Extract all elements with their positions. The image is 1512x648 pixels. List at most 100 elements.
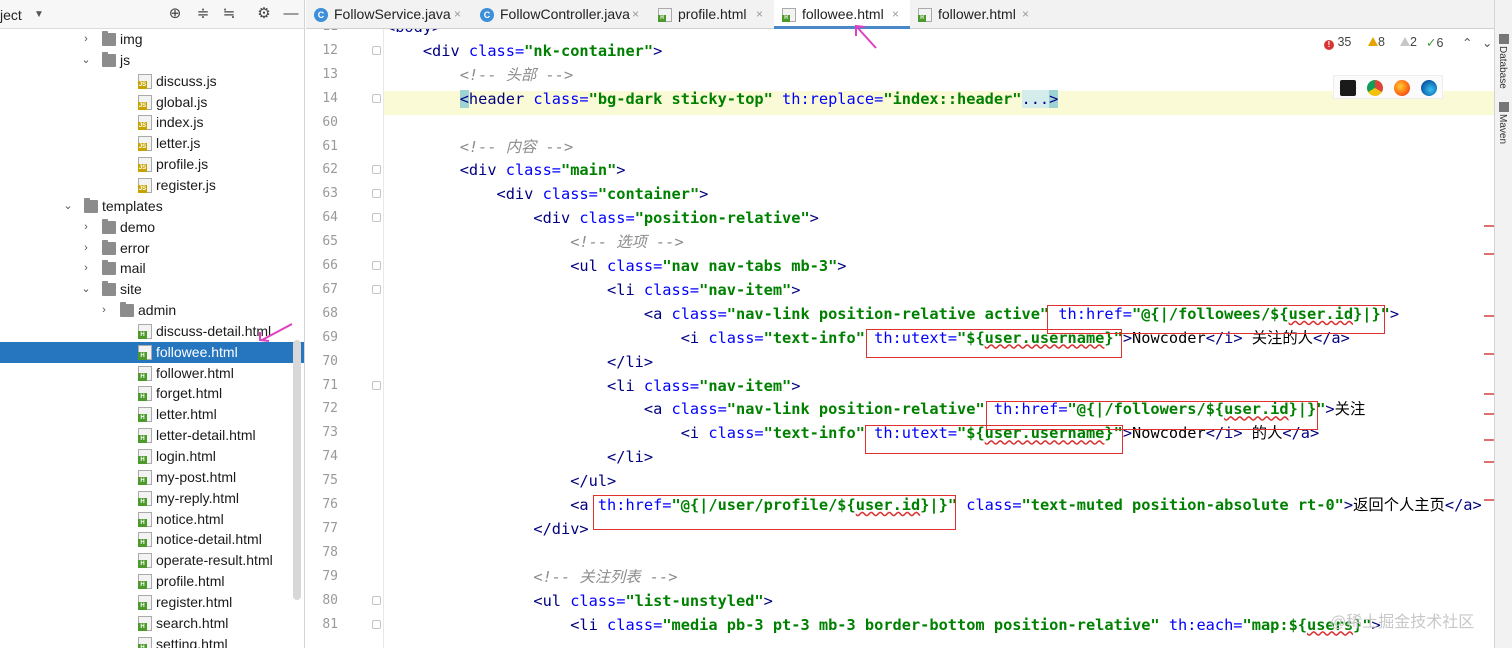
code-line[interactable]: 81 <li class="media pb-3 pt-3 mb-3 borde… xyxy=(306,613,1494,637)
chevron-down-icon[interactable]: ⌄ xyxy=(62,196,74,217)
code-line[interactable]: 67 <li class="nav-item"> xyxy=(306,278,1494,302)
code-line[interactable]: 69 <i class="text-info" th:utext="${user… xyxy=(306,326,1494,350)
tree-item[interactable]: Hoperate-result.html xyxy=(0,550,304,571)
code-line[interactable]: 13 <!-- 头部 --> xyxy=(306,63,1494,87)
tree-item[interactable]: JS index.js xyxy=(0,112,304,133)
chevron-right-icon[interactable]: › xyxy=(98,300,110,321)
error-stripe[interactable] xyxy=(1484,29,1494,648)
fold-toggle-icon[interactable] xyxy=(372,595,381,605)
code-line[interactable]: 11 <body> xyxy=(306,29,1494,39)
code-line[interactable]: 12 <div class="nk-container"> xyxy=(306,39,1494,63)
typo-count[interactable]: ✓6 xyxy=(1426,35,1443,50)
database-tool-tab[interactable]: Database xyxy=(1497,46,1508,89)
code-line[interactable]: 77 </div> xyxy=(306,517,1494,541)
error-marker[interactable] xyxy=(1484,413,1494,415)
code-line[interactable]: 79 <!-- 关注列表 --> xyxy=(306,565,1494,589)
tree-item[interactable]: Hregister.html xyxy=(0,592,304,613)
minimize-icon[interactable]: — xyxy=(282,5,300,23)
editor-tab[interactable]: Hprofile.html × xyxy=(650,0,774,29)
tree-item[interactable]: JS profile.js xyxy=(0,154,304,175)
tree-item[interactable]: ⌄ templates xyxy=(0,196,304,217)
code-line[interactable]: 60 xyxy=(306,111,1494,135)
code-line[interactable]: 66 <ul class="nav nav-tabs mb-3"> xyxy=(306,254,1494,278)
maven-icon[interactable] xyxy=(1499,102,1509,112)
project-view-title[interactable]: ject xyxy=(0,7,22,23)
close-icon[interactable]: × xyxy=(756,0,763,29)
code-line[interactable]: 74 </li> xyxy=(306,445,1494,469)
chrome-icon[interactable] xyxy=(1367,80,1383,96)
maven-tool-tab[interactable]: Maven xyxy=(1497,114,1508,144)
tree-item[interactable]: JS global.js xyxy=(0,92,304,113)
database-icon[interactable] xyxy=(1499,34,1509,44)
error-marker[interactable] xyxy=(1484,253,1494,255)
tree-item[interactable]: › admin xyxy=(0,300,304,321)
code-line[interactable]: 62 <div class="main"> xyxy=(306,158,1494,182)
tree-item[interactable]: Hfollower.html xyxy=(0,363,304,384)
error-marker[interactable] xyxy=(1484,461,1494,463)
error-count[interactable]: ! 35 xyxy=(1324,35,1351,50)
tree-item[interactable]: Hnotice-detail.html xyxy=(0,529,304,550)
fold-toggle-icon[interactable] xyxy=(372,189,381,199)
error-marker[interactable] xyxy=(1484,353,1494,355)
tree-item[interactable]: Hletter.html xyxy=(0,404,304,425)
code-line[interactable]: 73 <i class="text-info" th:utext="${user… xyxy=(306,421,1494,445)
error-marker[interactable] xyxy=(1484,225,1494,227)
code-line[interactable]: 68 <a class="nav-link position-relative … xyxy=(306,302,1494,326)
chevron-right-icon[interactable]: › xyxy=(80,217,92,238)
firefox-icon[interactable] xyxy=(1394,80,1410,96)
chevron-down-icon[interactable]: ⌄ xyxy=(80,279,92,300)
close-icon[interactable]: × xyxy=(1022,0,1029,29)
gear-icon[interactable]: ⚙ xyxy=(255,5,273,23)
tree-item[interactable]: JS letter.js xyxy=(0,133,304,154)
close-icon[interactable]: × xyxy=(454,0,461,29)
fold-toggle-icon[interactable] xyxy=(372,261,381,270)
editor-tab[interactable]: C FollowService.java × xyxy=(306,0,472,29)
code-line[interactable]: 63 <div class="container"> xyxy=(306,182,1494,206)
tree-item[interactable]: Hsetting.html xyxy=(0,634,304,648)
fold-toggle-icon[interactable] xyxy=(372,93,381,103)
weak-warning-count[interactable]: 2 xyxy=(1400,35,1417,49)
tree-item[interactable]: JS register.js xyxy=(0,175,304,196)
chevron-right-icon[interactable]: › xyxy=(80,238,92,259)
code-line[interactable]: 78 xyxy=(306,541,1494,565)
tree-item[interactable]: › mail xyxy=(0,258,304,279)
fold-toggle-icon[interactable] xyxy=(372,45,381,55)
tree-item[interactable]: Hnotice.html xyxy=(0,509,304,530)
tree-item[interactable]: Hletter-detail.html xyxy=(0,425,304,446)
tree-item[interactable]: JS discuss.js xyxy=(0,71,304,92)
code-editor[interactable]: 11<body>12 <div class="nk-container">13 … xyxy=(306,29,1494,648)
editor-tab[interactable]: Hfollower.html × xyxy=(910,0,1040,29)
editor-tab[interactable]: Hfollowee.html × xyxy=(774,0,910,29)
chevron-right-icon[interactable]: › xyxy=(80,258,92,279)
tree-item[interactable]: Hlogin.html xyxy=(0,446,304,467)
tree-item[interactable]: Hdiscuss-detail.html xyxy=(0,321,304,342)
error-marker[interactable] xyxy=(1484,499,1494,501)
code-line[interactable]: 75 </ul> xyxy=(306,469,1494,493)
fold-toggle-icon[interactable] xyxy=(372,380,381,390)
crosshair-icon[interactable]: ⊕ xyxy=(166,5,184,23)
chevron-right-icon[interactable]: › xyxy=(80,29,92,50)
tree-item[interactable]: Hsearch.html xyxy=(0,613,304,634)
fold-toggle-icon[interactable] xyxy=(372,284,381,294)
tree-item[interactable]: Hprofile.html xyxy=(0,571,304,592)
close-icon[interactable]: × xyxy=(892,0,899,29)
expand-all-icon[interactable]: ≑ xyxy=(194,5,212,23)
tree-item[interactable]: › error xyxy=(0,238,304,259)
jetbrains-browser-icon[interactable] xyxy=(1340,80,1356,96)
error-marker[interactable] xyxy=(1484,439,1494,441)
edge-icon[interactable] xyxy=(1421,80,1437,96)
error-marker[interactable] xyxy=(1484,393,1494,395)
tree-item[interactable]: Hfollowee.html xyxy=(0,341,304,363)
warning-count[interactable]: 8 xyxy=(1368,35,1385,49)
chevron-down-icon[interactable]: ▼ xyxy=(34,9,44,20)
fold-toggle-icon[interactable] xyxy=(372,619,381,629)
tree-item[interactable]: Hmy-post.html xyxy=(0,467,304,488)
code-line[interactable]: 71 <li class="nav-item"> xyxy=(306,374,1494,398)
error-marker[interactable] xyxy=(1484,315,1494,317)
code-line[interactable]: 64 <div class="position-relative"> xyxy=(306,206,1494,230)
tree-item[interactable]: › demo xyxy=(0,217,304,238)
tree-item[interactable]: ⌄ site xyxy=(0,279,304,300)
project-tree-scrollbar[interactable] xyxy=(293,340,301,600)
code-line[interactable]: 80 <ul class="list-unstyled"> xyxy=(306,589,1494,613)
chevron-up-icon[interactable]: ⌃ xyxy=(1462,35,1472,50)
